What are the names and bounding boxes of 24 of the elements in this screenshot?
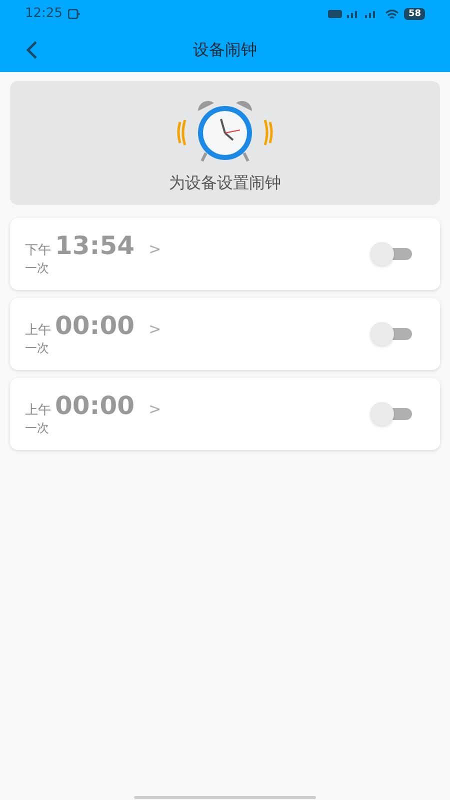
wifi-icon (385, 8, 400, 20)
alarm-card[interactable]: 上午 00:00 > 一次 (10, 298, 440, 370)
period-label: 上午 (25, 402, 51, 420)
toggle-switch[interactable] (370, 322, 412, 346)
alarm-time: 00:00 (55, 391, 135, 421)
notification-icon (68, 9, 80, 19)
banner-caption: 为设备设置闹钟 (169, 172, 281, 194)
alarm-time: 00:00 (55, 311, 135, 341)
page-title: 设备闹钟 (193, 39, 257, 61)
chevron-text: > (148, 399, 162, 420)
repeat-label: 一次 (25, 420, 50, 437)
chevron-text: > (148, 239, 162, 260)
toggle-switch[interactable] (370, 242, 412, 266)
period-label: 上午 (25, 322, 51, 340)
alarm-time: 13:54 (55, 231, 135, 261)
alarm-card[interactable]: 上午 00:00 > 一次 (10, 378, 440, 450)
toggle-switch[interactable] (370, 402, 412, 426)
period-label: 下午 (25, 242, 51, 260)
chevron-text: > (148, 319, 162, 340)
repeat-label: 一次 (25, 340, 50, 357)
alarm-card[interactable]: 下午 13:54 > 一次 (10, 218, 440, 290)
status-time: 12:25 (25, 5, 62, 24)
repeat-label: 一次 (25, 260, 50, 277)
battery-indicator: 58 (404, 8, 425, 20)
